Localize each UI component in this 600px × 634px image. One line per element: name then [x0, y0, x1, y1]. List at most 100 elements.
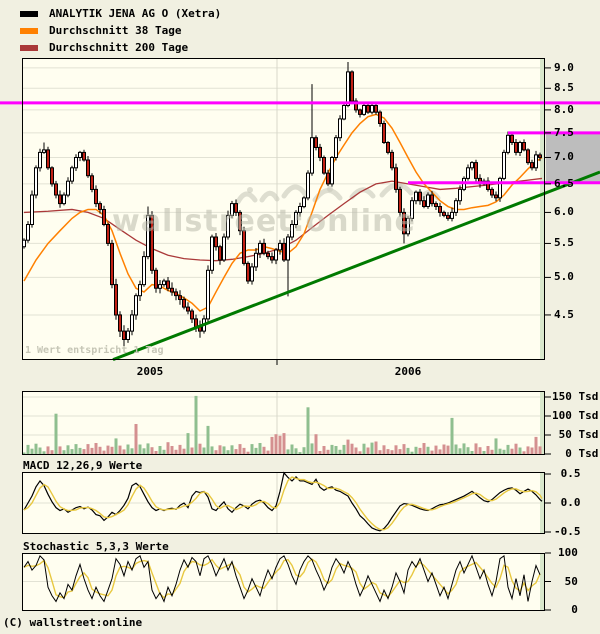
candle — [258, 242, 262, 254]
candle — [346, 71, 350, 106]
candle — [434, 203, 438, 208]
price-tick-label: 5.5 — [554, 236, 574, 250]
candle — [338, 118, 342, 139]
candle — [182, 298, 186, 308]
volume-bar — [66, 445, 70, 454]
ma38-swatch-icon — [20, 27, 38, 34]
candle — [266, 252, 270, 258]
volume-bar — [534, 436, 538, 454]
candle — [26, 224, 30, 241]
volume-bar — [378, 450, 382, 454]
candle — [86, 159, 90, 177]
volume-bar — [462, 443, 466, 454]
candle — [118, 314, 122, 332]
candle — [358, 109, 362, 115]
candle — [386, 142, 390, 153]
volume-bar — [394, 445, 398, 454]
candle — [174, 291, 178, 297]
candle — [254, 252, 258, 268]
volume-bar — [42, 451, 46, 454]
candle — [518, 142, 522, 153]
candle — [334, 137, 338, 158]
candle — [538, 154, 542, 158]
volume-bar — [90, 447, 94, 454]
volume-bar — [26, 444, 30, 454]
volume-bar — [254, 447, 258, 454]
volume-bar — [386, 449, 390, 454]
volume-bar — [122, 449, 126, 454]
volume-bar — [410, 451, 414, 454]
volume-bar — [478, 447, 482, 454]
legend-row-instrument: ANALYTIK JENA AG O (Xetra) — [0, 5, 221, 22]
price-tick-label: 4.5 — [554, 307, 574, 321]
candle — [326, 172, 330, 185]
candle — [50, 167, 54, 185]
volume-bar — [258, 443, 262, 454]
candle — [142, 256, 146, 286]
volume-bar — [202, 447, 206, 454]
candle — [42, 149, 46, 153]
candle — [306, 172, 310, 199]
candle — [350, 71, 354, 102]
candle — [374, 105, 378, 113]
volume-bar — [134, 424, 138, 454]
year-label-2006: 2006 — [394, 365, 422, 378]
volume-bar — [354, 447, 358, 454]
volume-bar — [398, 449, 402, 454]
stoch-tick-label: 100 — [558, 546, 578, 559]
stoch-tick-label: 0 — [558, 603, 578, 616]
candle — [58, 194, 62, 205]
macd-pane-title: MACD 12,26,9 Werte — [23, 459, 143, 472]
candle — [342, 105, 346, 120]
volume-bar — [314, 434, 318, 454]
price-tick-label: 6.0 — [554, 205, 574, 219]
volume-bar — [438, 449, 442, 454]
watermark-dot-icon — [247, 187, 253, 193]
candle — [270, 256, 274, 261]
candle — [102, 209, 106, 225]
price-tick-label: 8.5 — [554, 81, 574, 95]
volume-bar — [98, 446, 102, 454]
candle — [382, 123, 386, 143]
volume-bar — [186, 433, 190, 454]
candle — [510, 134, 514, 144]
candle — [310, 137, 314, 174]
stochastic-pane-title: Stochastic 5,3,3 Werte — [23, 540, 169, 553]
volume-bar — [466, 447, 470, 454]
candle — [82, 151, 86, 161]
price-tick-label: 9.0 — [554, 60, 574, 74]
candle — [522, 142, 526, 151]
candle — [190, 310, 194, 320]
volume-bar — [234, 449, 238, 454]
volume-bar — [406, 447, 410, 454]
volume-bar — [250, 444, 254, 454]
candle — [422, 200, 426, 207]
volume-bar — [38, 447, 42, 454]
volume-tick-label: 150 Tsd — [552, 390, 599, 403]
candle — [438, 206, 442, 213]
volume-bar — [366, 447, 370, 454]
candle — [330, 157, 334, 185]
volume-bar — [198, 443, 202, 454]
ma200-swatch-icon — [20, 44, 38, 51]
volume-bar — [518, 447, 522, 454]
candle — [418, 191, 422, 202]
stock-chart-widget: ANALYTIK JENA AG O (Xetra) Durchschnitt … — [0, 0, 600, 634]
volume-bar — [102, 450, 106, 454]
candle — [458, 188, 462, 202]
volume-bar — [54, 413, 58, 454]
candle — [78, 151, 82, 158]
volume-bar — [110, 446, 114, 454]
candle — [54, 183, 58, 196]
macd-tick-label: 0.0 — [554, 496, 581, 509]
volume-bar — [70, 449, 74, 454]
candle — [470, 162, 474, 169]
volume-bar — [94, 443, 98, 454]
volume-bar — [338, 449, 342, 454]
volume-bar — [442, 444, 446, 454]
candle — [218, 246, 222, 261]
volume-bar — [326, 449, 330, 454]
volume-bar — [454, 444, 458, 454]
volume-bar — [362, 443, 366, 454]
candle — [94, 188, 98, 205]
